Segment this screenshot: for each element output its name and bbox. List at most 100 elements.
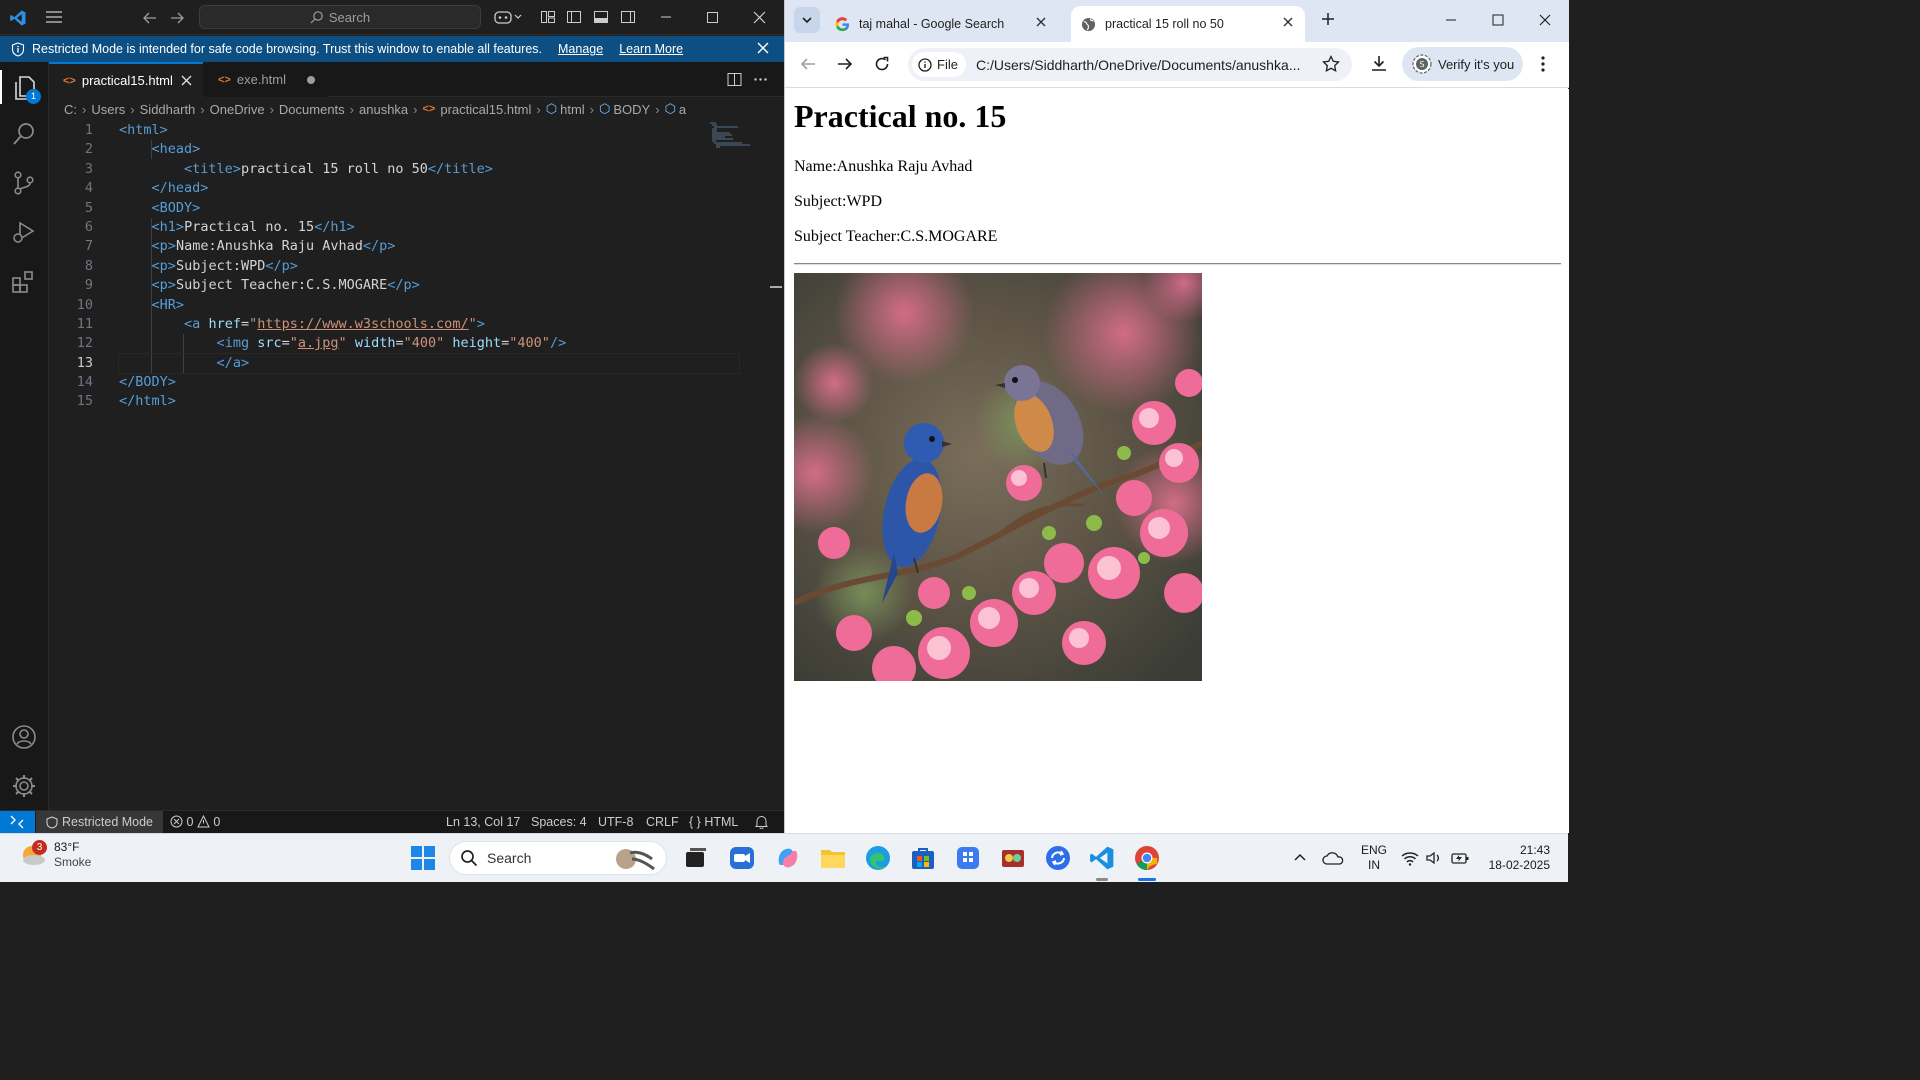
start-windows-icon[interactable] xyxy=(410,845,436,871)
tab-practical15[interactable]: <> practical15.html xyxy=(49,62,203,97)
notifications-bell-icon[interactable] xyxy=(755,815,768,829)
weather-widget[interactable]: 3 83°F Smoke xyxy=(18,840,91,870)
language-mode[interactable]: { } HTML xyxy=(689,815,738,829)
manage-link[interactable]: Manage xyxy=(558,42,603,56)
taskbar-search-box[interactable]: Search xyxy=(449,841,667,875)
split-editor-icon[interactable] xyxy=(727,72,742,87)
copilot-icon[interactable] xyxy=(494,9,524,25)
breadcrumb-item[interactable]: Documents xyxy=(279,102,345,117)
learn-more-link[interactable]: Learn More xyxy=(619,42,683,56)
code-line[interactable]: <BODY> xyxy=(119,199,739,218)
breadcrumb-item[interactable]: C: xyxy=(64,102,77,117)
toggle-secondary-sidebar-icon[interactable] xyxy=(620,9,636,25)
zoom-meetings-icon[interactable] xyxy=(729,845,755,871)
forward-arrow-icon[interactable] xyxy=(837,56,853,72)
code-line[interactable]: <h1>Practical no. 15</h1> xyxy=(119,218,739,237)
forward-arrow-icon[interactable] xyxy=(169,10,185,26)
toggle-panel-icon[interactable] xyxy=(593,9,609,25)
minimize-icon[interactable] xyxy=(660,8,672,26)
chrome-taskbar-icon[interactable] xyxy=(1134,845,1160,871)
bird-image-link[interactable] xyxy=(794,273,1202,681)
wifi-icon[interactable] xyxy=(1401,850,1427,876)
indentation[interactable]: Spaces: 4 xyxy=(531,815,587,829)
code-line[interactable]: <html> xyxy=(119,121,739,140)
copilot-app-icon[interactable] xyxy=(775,845,801,871)
extensions-icon[interactable] xyxy=(11,269,37,295)
code-line[interactable]: <p>Subject:WPD</p> xyxy=(119,257,739,276)
code-line[interactable]: <HR> xyxy=(119,296,739,315)
tab-search-button[interactable] xyxy=(794,7,820,33)
breadcrumb-item[interactable]: OneDrive xyxy=(210,102,265,117)
microsoft-store-icon[interactable] xyxy=(910,845,936,871)
cursor-position[interactable]: Ln 13, Col 17 xyxy=(446,815,520,829)
search-view-icon[interactable] xyxy=(11,121,37,147)
back-arrow-icon[interactable] xyxy=(800,56,816,72)
breadcrumb-item[interactable]: anushka xyxy=(359,102,408,117)
volume-icon[interactable] xyxy=(1425,850,1451,876)
remote-indicator[interactable] xyxy=(0,811,35,834)
source-control-icon[interactable] xyxy=(11,170,37,196)
manage-gear-icon[interactable] xyxy=(11,773,37,799)
run-debug-icon[interactable] xyxy=(11,219,37,245)
back-arrow-icon[interactable] xyxy=(142,10,158,26)
unsaved-dot-icon[interactable] xyxy=(307,75,315,84)
end-of-line[interactable]: CRLF xyxy=(646,815,679,829)
code-line[interactable]: </BODY> xyxy=(119,373,739,392)
task-view-icon[interactable] xyxy=(683,845,709,871)
tab-exe[interactable]: <> exe.html xyxy=(204,62,328,97)
hamburger-menu-icon[interactable] xyxy=(45,10,63,24)
bookmark-star-icon[interactable] xyxy=(1322,55,1340,73)
vscode-taskbar-icon[interactable] xyxy=(1089,845,1115,871)
media-app-icon[interactable] xyxy=(1000,845,1026,871)
code-line[interactable]: </html> xyxy=(119,392,739,411)
breadcrumb-item[interactable]: practical15.html xyxy=(440,102,531,117)
minimap[interactable] xyxy=(709,121,769,151)
onedrive-cloud-icon[interactable] xyxy=(1322,850,1348,876)
close-window-icon[interactable] xyxy=(753,8,766,26)
breadcrumb-item[interactable]: html xyxy=(560,102,585,117)
customize-layout-icon[interactable] xyxy=(540,9,556,25)
breadcrumb-item[interactable]: Siddharth xyxy=(140,102,196,117)
code-line[interactable]: </a> xyxy=(118,352,740,375)
minimize-icon[interactable] xyxy=(1445,14,1457,26)
toggle-primary-sidebar-icon[interactable] xyxy=(566,9,582,25)
input-language[interactable]: ENG IN xyxy=(1361,843,1387,873)
site-info-chip[interactable]: File xyxy=(912,52,966,77)
edge-browser-icon[interactable] xyxy=(865,845,891,871)
close-tab-icon[interactable] xyxy=(1283,17,1293,27)
new-tab-plus-icon[interactable] xyxy=(1321,12,1335,26)
encoding[interactable]: UTF-8 xyxy=(598,815,633,829)
more-actions-icon[interactable] xyxy=(753,72,768,87)
code-line[interactable]: <head> xyxy=(119,140,739,159)
accounts-icon[interactable] xyxy=(11,724,37,750)
code-lines[interactable]: <html> <head> <title>practical 15 roll n… xyxy=(118,121,740,412)
breadcrumb-item[interactable]: a xyxy=(679,102,686,117)
downloads-icon[interactable] xyxy=(1370,54,1388,72)
chrome-menu-icon[interactable] xyxy=(1540,55,1546,73)
code-line[interactable]: </head> xyxy=(119,179,739,198)
file-explorer-icon[interactable] xyxy=(820,845,846,871)
reload-icon[interactable] xyxy=(874,56,890,72)
close-tab-icon[interactable] xyxy=(1036,17,1046,27)
close-tab-icon[interactable] xyxy=(181,75,192,86)
restricted-mode-status[interactable]: Restricted Mode xyxy=(36,811,164,833)
code-editor[interactable]: 1 2 3 4 5 6 7 8 9 10 11 12 13 14 15 <html> <head> <tit… xyxy=(49,121,784,810)
address-bar[interactable]: File C:/Users/Siddharth/OneDrive/Documen… xyxy=(908,48,1352,81)
battery-charging-icon[interactable] xyxy=(1450,850,1476,876)
close-window-icon[interactable] xyxy=(1539,14,1551,26)
breadcrumb-item[interactable]: BODY xyxy=(613,102,650,117)
phone-link-icon[interactable] xyxy=(955,845,981,871)
code-line[interactable]: <p>Subject Teacher:C.S.MOGARE</p> xyxy=(119,276,739,295)
command-center-search[interactable]: Search xyxy=(199,5,481,29)
problems-status[interactable]: 0 0 xyxy=(170,815,220,829)
chrome-tab-practical[interactable]: practical 15 roll no 50 xyxy=(1071,6,1305,42)
sync-app-icon[interactable] xyxy=(1045,845,1071,871)
tray-chevron-up-icon[interactable] xyxy=(1292,850,1318,876)
close-banner-icon[interactable] xyxy=(757,42,769,54)
code-line[interactable]: <title>practical 15 roll no 50</title> xyxy=(119,160,739,179)
code-line[interactable]: <img src="a.jpg" width="400" height="400… xyxy=(119,334,739,353)
breadcrumb-item[interactable]: Users xyxy=(91,102,125,117)
system-clock[interactable]: 21:43 18-02-2025 xyxy=(1480,843,1550,873)
verify-identity-button[interactable]: S Verify it's you xyxy=(1402,47,1523,81)
maximize-icon[interactable] xyxy=(1492,14,1504,26)
